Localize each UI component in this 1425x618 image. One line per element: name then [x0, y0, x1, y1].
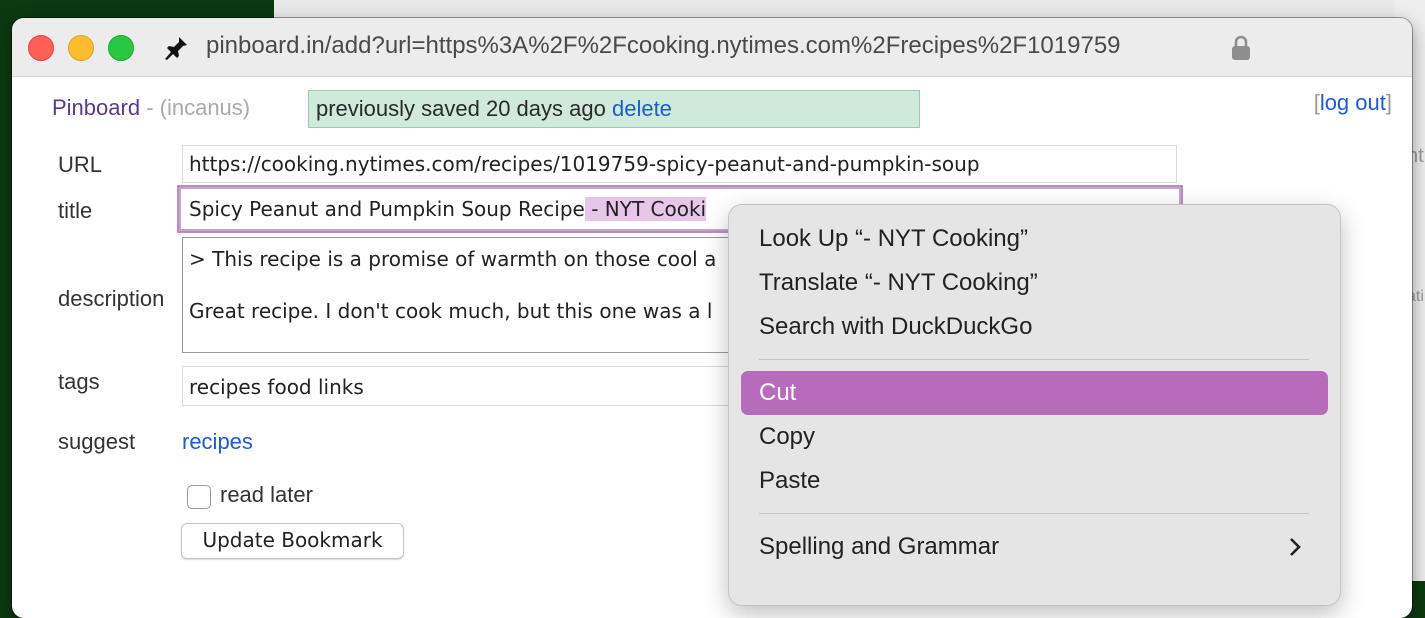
- logout: [log out]: [1314, 90, 1392, 116]
- desktop-strip: [274, 0, 1425, 20]
- pushpin-icon: [165, 37, 187, 60]
- read-later-checkbox[interactable]: [187, 485, 211, 509]
- brand-link[interactable]: Pinboard: [52, 95, 140, 120]
- saved-notice: previously saved 20 days ago delete: [308, 90, 920, 128]
- menu-item-look-up[interactable]: Look Up “- NYT Cooking”: [741, 217, 1328, 261]
- menu-separator: [759, 513, 1309, 514]
- lock-icon: [1232, 35, 1250, 60]
- address-bar[interactable]: pinboard.in/add?url=https%3A%2F%2Fcookin…: [206, 32, 1218, 60]
- menu-item-paste[interactable]: Paste: [741, 459, 1328, 503]
- context-menu: Look Up “- NYT Cooking” Translate “- NYT…: [728, 204, 1341, 606]
- username: (incanus): [159, 95, 251, 120]
- title-text: Spicy Peanut and Pumpkin Soup Recipe: [189, 197, 585, 221]
- read-later-label: read later: [220, 482, 313, 507]
- delete-link[interactable]: delete: [612, 96, 672, 121]
- menu-item-translate[interactable]: Translate “- NYT Cooking”: [741, 261, 1328, 305]
- description-line: > This recipe is a promise of warmth on …: [189, 247, 717, 271]
- url-label: URL: [58, 152, 103, 177]
- description-line: Great recipe. I don't cook much, but thi…: [189, 299, 713, 323]
- title-bar: pinboard.in/add?url=https%3A%2F%2Fcookin…: [12, 18, 1412, 77]
- menu-item-cut[interactable]: Cut: [741, 371, 1328, 415]
- bracket-close: ]: [1385, 90, 1392, 115]
- logout-link[interactable]: log out: [1320, 90, 1386, 115]
- chevron-right-icon: [1290, 538, 1301, 556]
- tags-label: tags: [58, 369, 100, 394]
- menu-item-label: Spelling and Grammar: [759, 533, 1000, 560]
- brand-separator: -: [140, 95, 160, 120]
- description-field[interactable]: > This recipe is a promise of warmth on …: [182, 237, 742, 353]
- suggested-tag-link[interactable]: recipes: [182, 429, 253, 455]
- description-label: description: [58, 286, 165, 311]
- update-bookmark-button[interactable]: Update Bookmark: [181, 523, 404, 559]
- notice-text: previously saved 20 days ago: [316, 96, 612, 121]
- address-fade: [1162, 28, 1222, 68]
- minimize-button[interactable]: [68, 35, 94, 61]
- suggest-label: suggest: [58, 429, 136, 454]
- site-header: Pinboard - (incanus): [52, 95, 250, 121]
- menu-item-copy[interactable]: Copy: [741, 415, 1328, 459]
- menu-separator: [759, 359, 1309, 360]
- zoom-button[interactable]: [108, 35, 134, 61]
- menu-item-search[interactable]: Search with DuckDuckGo: [741, 305, 1328, 349]
- close-button[interactable]: [28, 35, 54, 61]
- title-selection: - NYT Cooki: [584, 197, 707, 221]
- tags-field[interactable]: recipes food links: [182, 366, 742, 406]
- url-field[interactable]: https://cooking.nytimes.com/recipes/1019…: [182, 145, 1177, 183]
- menu-item-spelling-grammar[interactable]: Spelling and Grammar: [741, 525, 1328, 569]
- title-label: title: [58, 198, 93, 223]
